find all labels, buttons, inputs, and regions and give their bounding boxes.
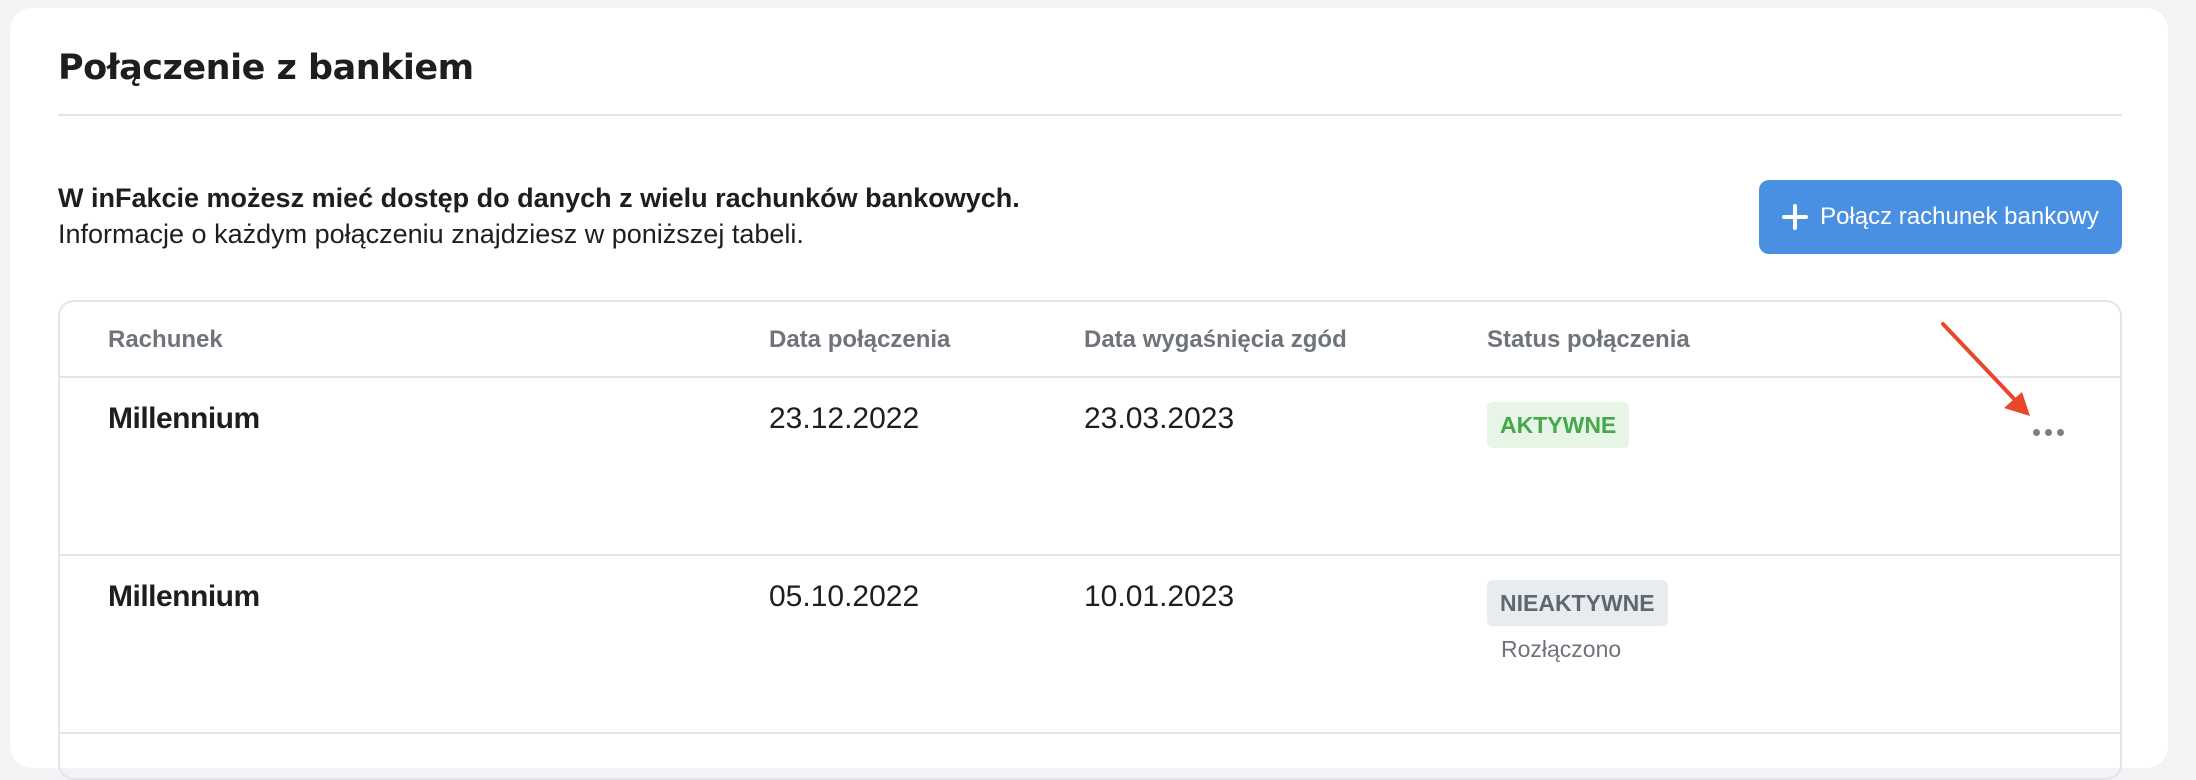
account-name: Millennium — [108, 580, 260, 613]
table-row: Millennium 23.12.2022 23.03.2023 AKTYWNE — [60, 378, 2120, 556]
account-name: Millennium — [108, 402, 260, 435]
consent-expires: 23.03.2023 — [1084, 402, 1235, 435]
more-horizontal-icon — [2056, 428, 2064, 436]
consent-expires: 10.01.2023 — [1084, 580, 1235, 613]
bank-connection-card: Połączenie z bankiem W inFakcie możesz m… — [10, 8, 2168, 780]
page-title: Połączenie z bankiem — [58, 48, 474, 88]
table-header: Rachunek Data połączenia Data wygaśnięci… — [60, 302, 2120, 378]
status-badge: NIEAKTYWNE — [1487, 580, 1668, 626]
table-row: Millennium 05.10.2022 10.01.2023 NIEAKTY… — [60, 556, 2120, 734]
status-badge: AKTYWNE — [1487, 402, 1630, 448]
header-account: Rachunek — [108, 326, 223, 353]
header-consent-expires: Data wygaśnięcia zgód — [1084, 326, 1347, 353]
plus-icon — [1782, 204, 1809, 230]
status-substatus: Rozłączono — [1501, 636, 1622, 662]
intro-line: Informacje o każdym połączeniu znajdzies… — [58, 219, 804, 249]
header-status: Status połączenia — [1487, 326, 1690, 353]
connected-at: 05.10.2022 — [769, 580, 920, 613]
row-menu-button[interactable] — [2020, 412, 2076, 452]
title-divider — [58, 114, 2122, 116]
connected-at: 23.12.2022 — [769, 402, 920, 435]
header-connected-at: Data połączenia — [769, 326, 951, 353]
more-horizontal-icon — [2044, 428, 2052, 436]
connect-bank-account-button[interactable]: Połącz rachunek bankowy — [1759, 180, 2122, 254]
bank-connections-table: Rachunek Data połączenia Data wygaśnięci… — [58, 300, 2122, 780]
intro-text: W inFakcie możesz mieć dostęp do danych … — [58, 180, 1020, 252]
connect-bank-account-label: Połącz rachunek bankowy — [1820, 203, 2099, 230]
intro-line-bold: W inFakcie możesz mieć dostęp do danych … — [58, 183, 1020, 213]
more-horizontal-icon — [2032, 428, 2040, 436]
